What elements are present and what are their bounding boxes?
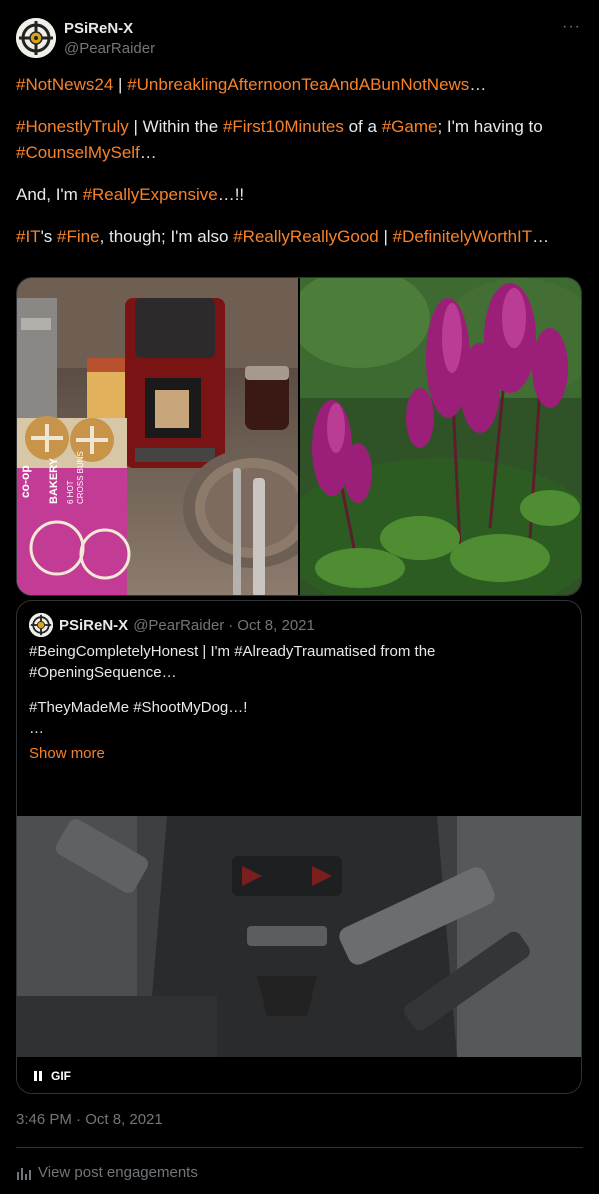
avatar-crosshair-icon (29, 613, 53, 637)
gif-controls: GIF (17, 1057, 581, 1093)
gif-label: GIF (51, 1069, 71, 1083)
quoted-avatar (29, 613, 53, 637)
pack-count: 6 HOT (66, 480, 75, 504)
post-line: #HonestlyTruly | Within the #First10Minu… (16, 114, 586, 140)
quoted-post[interactable]: PSiReN-X @PearRaider · Oct 8, 2021 #Bein… (16, 600, 582, 1094)
photo-kitchen[interactable]: co-op BAKERY 6 HOT CROSS BUNS (17, 278, 298, 595)
pack-brand: co-op (18, 465, 32, 498)
post-text-segment: | (113, 75, 128, 94)
divider (16, 1147, 583, 1148)
quoted-date: Oct 8, 2021 (237, 616, 315, 634)
post-text-segment: … (532, 227, 550, 246)
post-text-segment: ; I'm having to (437, 117, 543, 136)
author-handle[interactable]: @PearRaider (64, 40, 155, 57)
engagement-chart-icon (17, 1167, 31, 1180)
hashtag-link[interactable]: #ReallyExpensive (83, 185, 218, 204)
pack-product: CROSS BUNS (76, 451, 85, 504)
quoted-text: #BeingCompletelyHonest | I'm #AlreadyTra… (29, 641, 569, 764)
view-engagements-label: View post engagements (38, 1164, 198, 1181)
hashtag-link[interactable]: #CounselMySelf (16, 143, 140, 162)
hashtag-link[interactable]: #IT (16, 227, 41, 246)
hashtag-link[interactable]: #Fine (57, 227, 100, 246)
post-text-segment: …!! (217, 185, 245, 204)
hashtag-link[interactable]: #UnbreaklingAfternoonTeaAndABunNotNews (127, 75, 469, 94)
quoted-line: #OpeningSequence… (29, 664, 177, 681)
more-icon[interactable]: ··· (562, 18, 581, 36)
view-engagements-link[interactable]: View post engagements (16, 1164, 198, 1181)
post-line: #CounselMySelf… (16, 140, 586, 166)
quoted-author-handle: @PearRaider (133, 616, 225, 634)
quoted-line: #TheyMadeMe #ShootMyDog…! (29, 699, 248, 716)
hashtag-link[interactable]: #First10Minutes (223, 117, 344, 136)
author-name[interactable]: PSiReN-X (64, 20, 133, 37)
hashtag-link[interactable]: #Game (382, 117, 438, 136)
avatar[interactable] (16, 18, 56, 58)
hashtag-link[interactable]: #HonestlyTruly (16, 117, 129, 136)
post-line: And, I'm #ReallyExpensive…!! (16, 182, 586, 208)
quoted-separator: · (228, 616, 234, 634)
hashtag-link[interactable]: #ReallyReallyGood (233, 227, 379, 246)
post-text-segment: | (378, 227, 393, 246)
post-text-segment: And, I'm (16, 185, 83, 204)
post-timestamp[interactable]: 3:46 PM · Oct 8, 2021 (16, 1111, 163, 1128)
post-text-segment: , though; I'm also (99, 227, 234, 246)
post-line: #NotNews24 | #UnbreaklingAfternoonTeaAnd… (16, 72, 586, 98)
quoted-line: #BeingCompletelyHonest | I'm #AlreadyTra… (29, 643, 436, 660)
post-text-segment: of a (343, 117, 382, 136)
post-text-segment: 's (40, 227, 58, 246)
photo-grid: co-op BAKERY 6 HOT CROSS BUNS (16, 277, 582, 596)
post-line: #IT's #Fine, though; I'm also #ReallyRea… (16, 224, 586, 250)
hashtag-link[interactable]: #DefinitelyWorthIT (393, 227, 533, 246)
gif-pause-button[interactable]: GIF (33, 1067, 71, 1085)
quoted-gif[interactable] (17, 816, 581, 1057)
post-text: #NotNews24 | #UnbreaklingAfternoonTeaAnd… (16, 72, 586, 250)
pause-icon (34, 1071, 42, 1081)
post-text-segment: … (469, 75, 487, 94)
quoted-author-name: PSiReN-X (59, 616, 129, 634)
post-header: PSiReN-X @PearRaider ··· (16, 16, 583, 60)
hashtag-link[interactable]: #NotNews24 (16, 75, 113, 94)
show-more-link[interactable]: Show more (29, 743, 569, 764)
quoted-header: PSiReN-X @PearRaider · Oct 8, 2021 (29, 613, 315, 637)
avatar-crosshair-icon (16, 18, 56, 58)
photo-flowers[interactable] (300, 278, 581, 595)
post-text-segment: … (139, 143, 157, 162)
quoted-line: … (29, 720, 44, 737)
pack-label: BAKERY (48, 457, 60, 504)
post-text-segment: | Within the (128, 117, 223, 136)
